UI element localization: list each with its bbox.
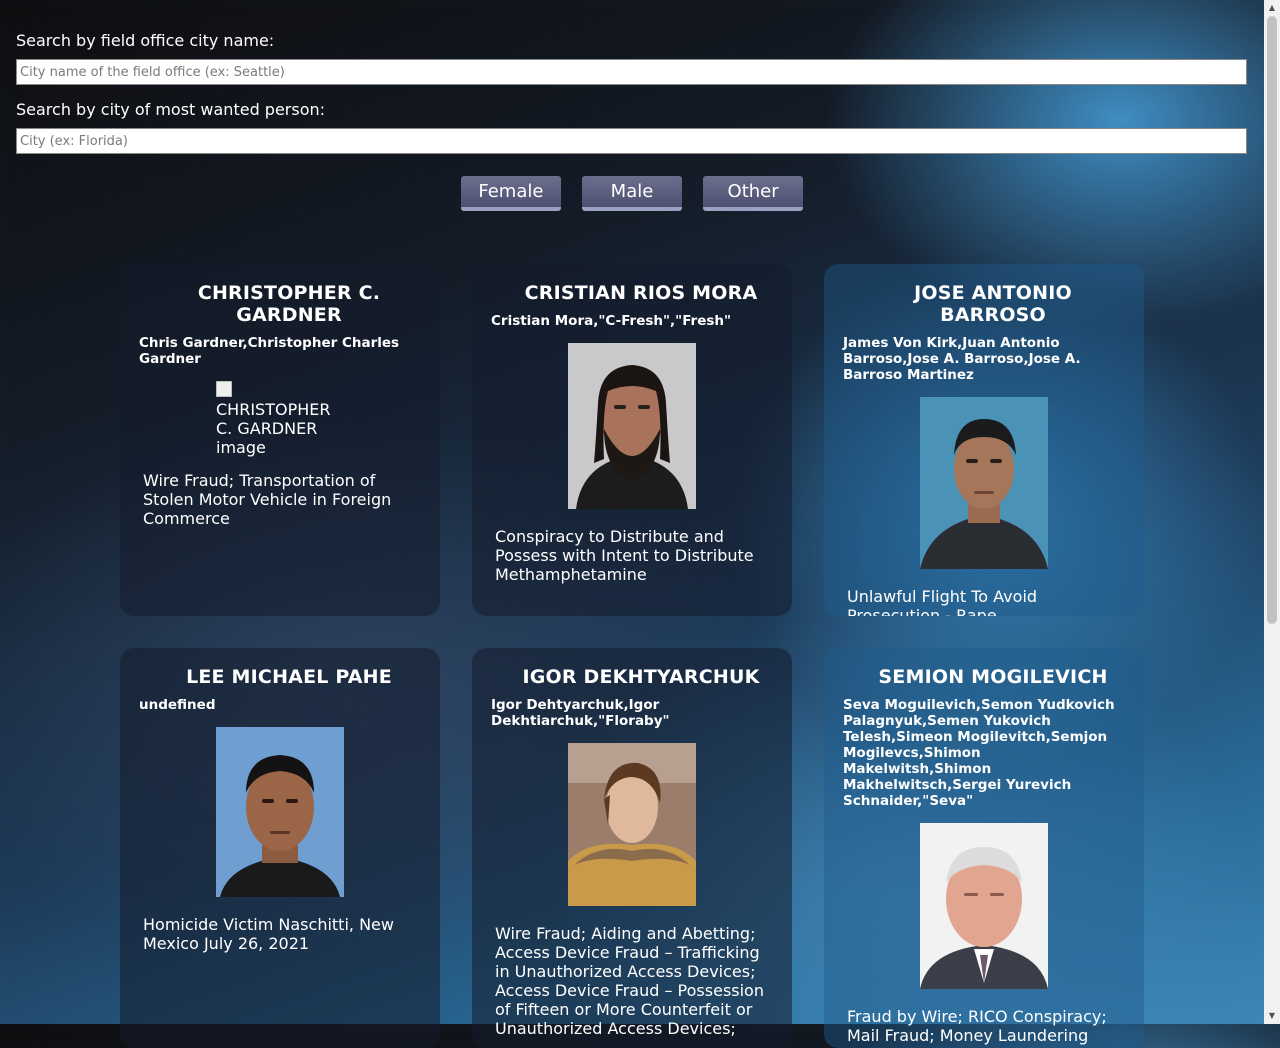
broken-image-icon <box>216 381 232 397</box>
page-scrollbar[interactable]: ▲ ▼ <box>1264 0 1280 1024</box>
card-image-alt: CHRISTOPHER C. GARDNER image <box>216 400 331 457</box>
card-subjects: Wire Fraud; Transportation of Stolen Mot… <box>143 471 392 528</box>
card-subjects: Unlawful Flight To Avoid Prosecution - R… <box>847 587 1038 616</box>
female-button[interactable]: Female <box>460 176 561 211</box>
card-photo <box>216 727 344 901</box>
wanted-card: CRISTIAN RIOS MORA Cristian Mora,"C-Fres… <box>472 264 792 616</box>
wanted-card: JOSE ANTONIO BARROSO James Von Kirk,Juan… <box>824 264 1144 616</box>
card-photo <box>568 343 696 513</box>
card-photo <box>920 823 1048 993</box>
card-aliases: Seva Moguilevich,Semon Yudkovich Palagny… <box>843 697 1115 809</box>
card-subjects: Homicide Victim Naschitti, New Mexico Ju… <box>143 915 394 953</box>
scroll-thumb[interactable] <box>1267 16 1277 624</box>
card-subjects: Conspiracy to Distribute and Possess wit… <box>495 527 754 584</box>
card-photo <box>568 743 696 910</box>
other-button[interactable]: Other <box>703 176 804 211</box>
card-aliases: undefined <box>139 697 216 713</box>
card-name: LEE MICHAEL PAHE <box>186 666 392 688</box>
wanted-city-search-input[interactable] <box>16 128 1247 154</box>
card-name: JOSE ANTONIO BARROSO <box>914 282 1072 326</box>
male-button[interactable]: Male <box>582 176 682 211</box>
wanted-card: SEMION MOGILEVICH Seva Moguilevich,Semon… <box>824 648 1144 1048</box>
scroll-up-arrow-icon[interactable]: ▲ <box>1264 0 1280 16</box>
card-subjects: Wire Fraud; Aiding and Abetting; Access … <box>495 924 764 1038</box>
field-office-label: Search by field office city name: <box>16 31 275 50</box>
search-form: Search by field office city name: Search… <box>16 30 1247 168</box>
mugshot-photo <box>216 727 344 897</box>
wanted-city-label: Search by city of most wanted person: <box>16 100 326 119</box>
scroll-down-arrow-icon[interactable]: ▼ <box>1264 1008 1280 1024</box>
card-aliases: Chris Gardner,Christopher Charles Gardne… <box>139 335 400 367</box>
mugshot-photo <box>920 397 1048 569</box>
wanted-card: CHRISTOPHER C. GARDNER Chris Gardner,Chr… <box>120 264 440 616</box>
field-office-search-input[interactable] <box>16 59 1247 85</box>
wanted-card: IGOR DEKHTYARCHUK Igor Dehtyarchuk,Igor … <box>472 648 792 1048</box>
card-photo: CHRISTOPHER C. GARDNER image <box>216 381 344 457</box>
card-aliases: James Von Kirk,Juan Antonio Barroso,Jose… <box>843 335 1081 383</box>
mugshot-photo <box>920 823 1048 989</box>
card-name: CRISTIAN RIOS MORA <box>524 282 758 304</box>
card-aliases: Cristian Mora,"C-Fresh","Fresh" <box>491 313 732 329</box>
card-name: SEMION MOGILEVICH <box>878 666 1108 688</box>
card-name: IGOR DEKHTYARCHUK <box>522 666 760 688</box>
card-name: CHRISTOPHER C. GARDNER <box>197 282 381 326</box>
gender-filter: Female Male Other <box>0 176 1264 211</box>
mugshot-photo <box>568 343 696 509</box>
card-aliases: Igor Dehtyarchuk,Igor Dekhtiarchuk,"Flor… <box>491 697 670 729</box>
card-subjects: Fraud by Wire; RICO Conspiracy; Mail Fra… <box>847 1007 1107 1048</box>
wanted-card: LEE MICHAEL PAHE undefined Homicide Vict… <box>120 648 440 1048</box>
card-photo <box>920 397 1048 573</box>
mugshot-photo <box>568 743 696 906</box>
